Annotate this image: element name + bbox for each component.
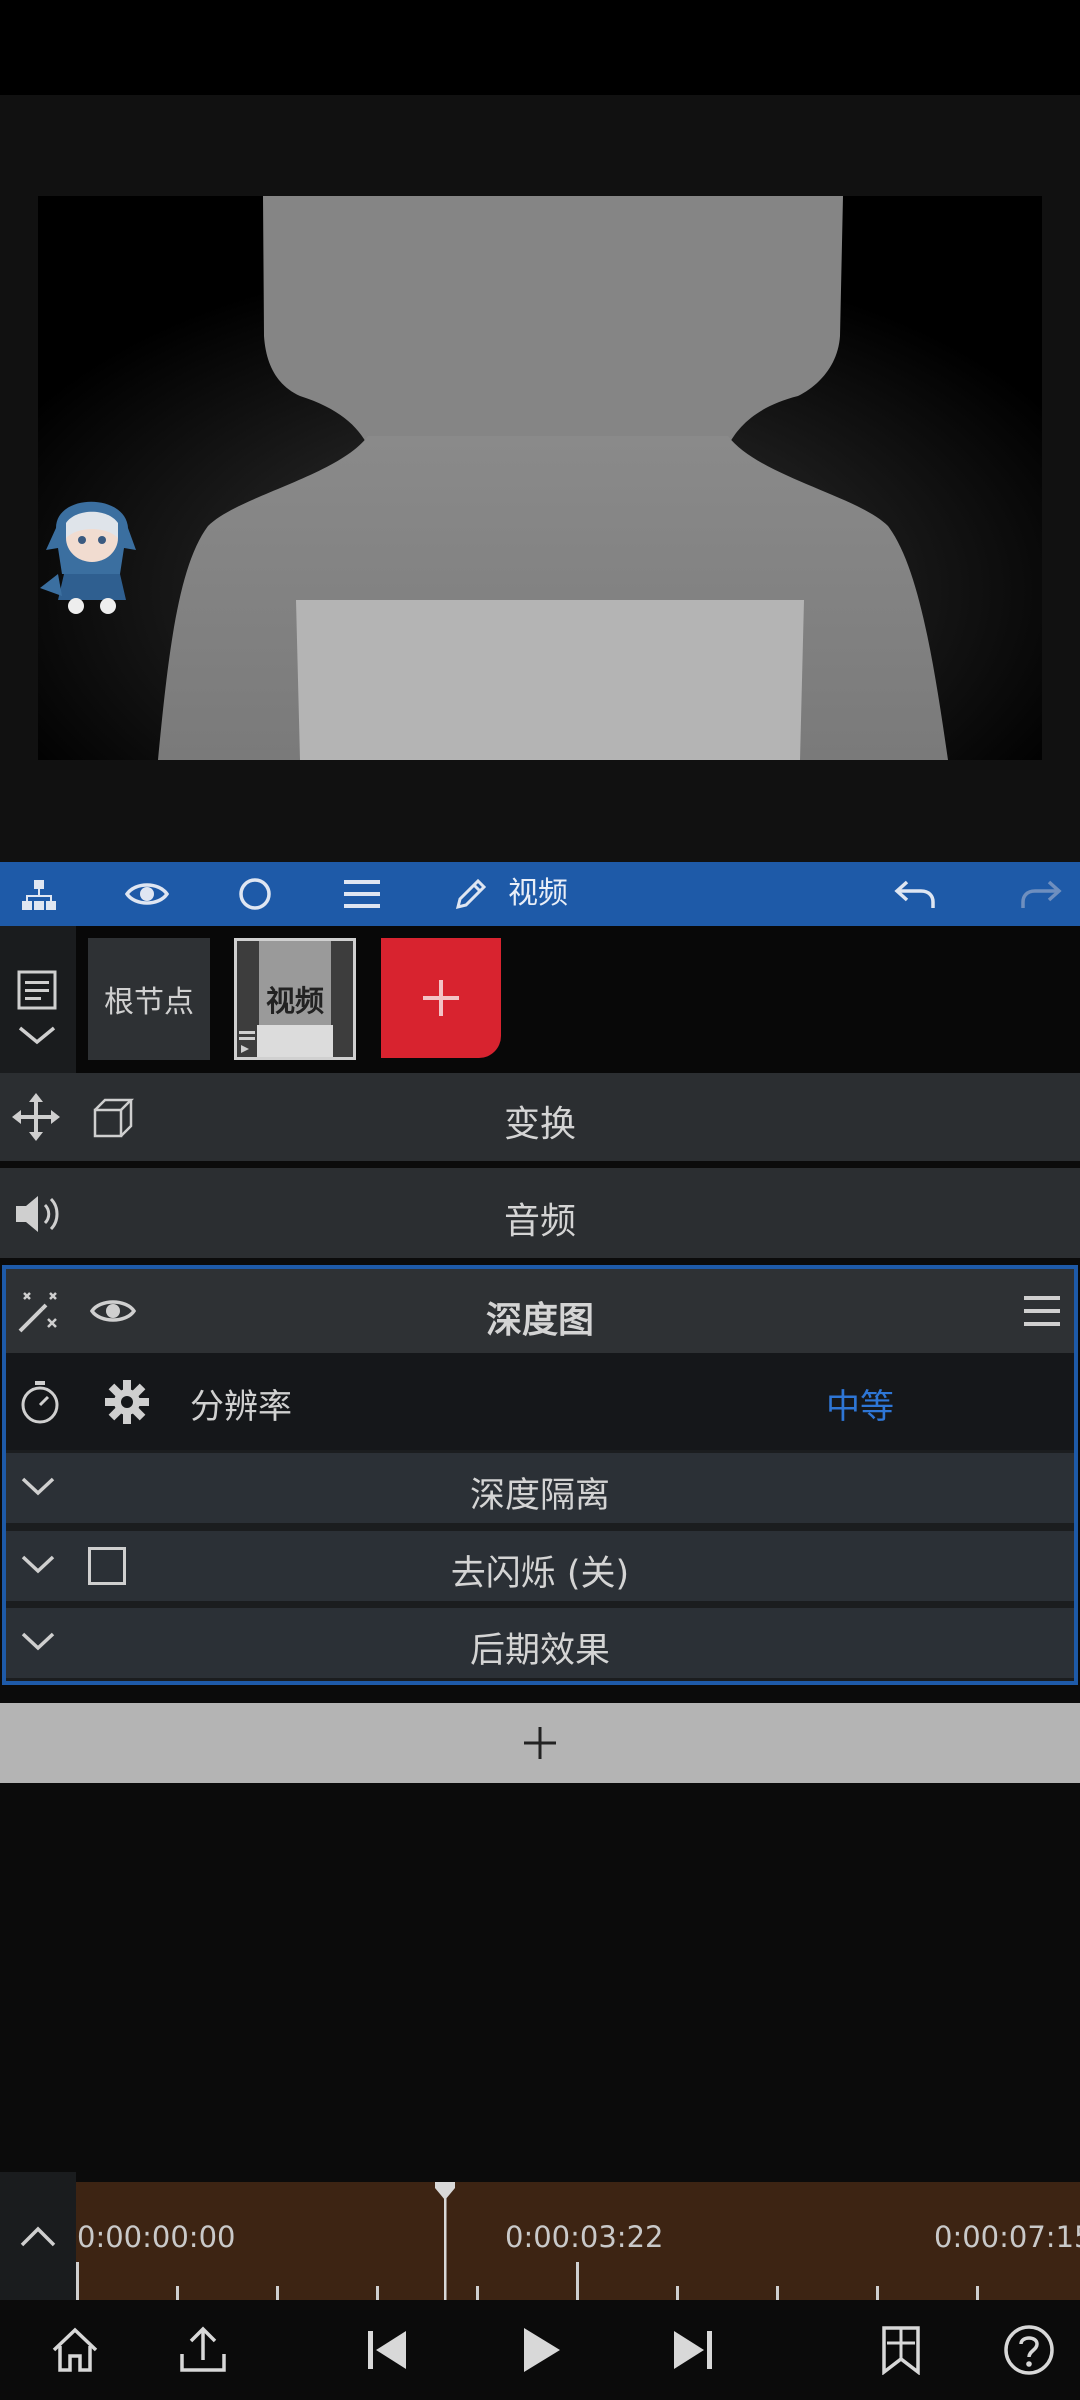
timeline-tick	[276, 2286, 279, 2300]
share-icon[interactable]	[158, 2300, 248, 2400]
pencil-icon[interactable]	[436, 862, 506, 926]
eye-icon[interactable]	[112, 862, 182, 926]
timeline-tick	[476, 2286, 479, 2300]
resolution-value[interactable]: 中等	[826, 1379, 894, 1428]
editor-toolbar: 视频	[0, 862, 1080, 926]
undo-icon[interactable]	[880, 862, 950, 926]
chevron-up-icon	[20, 2226, 56, 2247]
transform-title: 变换	[503, 1104, 576, 1145]
play-icon[interactable]	[496, 2300, 586, 2400]
skip-forward-icon[interactable]	[648, 2300, 738, 2400]
redo-icon[interactable]	[1006, 862, 1076, 926]
effect-menu-icon[interactable]	[1022, 1293, 1062, 1333]
layer-video-label: 视频	[265, 984, 324, 1018]
transform-panel[interactable]: 变换	[0, 1073, 1080, 1161]
depth-map-header[interactable]: 深度图	[6, 1269, 1074, 1353]
timecode-end: 0:00:07:15	[934, 2220, 1080, 2254]
timeline-tick	[876, 2286, 879, 2300]
audio-panel[interactable]: 音频	[0, 1168, 1080, 1258]
depth-isolation-section[interactable]: 深度隔离	[6, 1453, 1074, 1523]
current-layer-label: 视频	[508, 876, 568, 911]
depth-map-title: 深度图	[485, 1300, 594, 1341]
deflicker-title: 去闪烁 (关)	[450, 1554, 630, 1594]
add-layer-button[interactable]	[381, 938, 501, 1058]
bookmark-icon[interactable]	[856, 2300, 946, 2400]
resolution-row[interactable]: 分辨率 中等	[6, 1353, 1074, 1450]
menu-icon[interactable]	[327, 862, 397, 926]
add-effect-button[interactable]	[0, 1703, 1080, 1783]
timeline-tick	[676, 2286, 679, 2300]
timecode-current: 0:00:03:22	[505, 2220, 664, 2254]
home-icon[interactable]	[30, 2300, 120, 2400]
timeline-expand-button[interactable]	[0, 2172, 76, 2300]
timeline-tick	[976, 2286, 979, 2300]
layer-video[interactable]: 视频	[234, 938, 356, 1060]
stopwatch-icon[interactable]	[18, 1379, 62, 1429]
audio-title: 音频	[503, 1201, 576, 1242]
playhead[interactable]	[435, 2182, 455, 2300]
plus-icon	[524, 1727, 556, 1759]
timeline-tick	[376, 2286, 379, 2300]
layer-list-icon	[17, 970, 57, 1045]
timeline-tick	[576, 2262, 579, 2300]
timeline-tick	[76, 2262, 79, 2300]
timeline-tick	[176, 2286, 179, 2300]
resolution-label: 分辨率	[190, 1387, 292, 1427]
layer-list-toggle[interactable]	[0, 926, 76, 1073]
status-bar	[0, 0, 1080, 95]
mascot-sticker-icon	[36, 478, 146, 618]
help-icon[interactable]	[984, 2300, 1074, 2400]
timecode-start: 0:00:00:00	[77, 2220, 236, 2254]
gear-icon[interactable]	[104, 1379, 150, 1429]
video-preview[interactable]	[38, 196, 1042, 760]
depth-isolation-title: 深度隔离	[469, 1476, 610, 1516]
layer-tree-icon[interactable]	[4, 862, 74, 926]
skip-back-icon[interactable]	[342, 2300, 432, 2400]
post-effects-title: 后期效果	[469, 1631, 610, 1671]
plus-icon	[423, 980, 459, 1016]
layer-root-label: 根节点	[104, 985, 194, 1020]
layer-root-node[interactable]: 根节点	[88, 938, 210, 1060]
circle-icon[interactable]	[220, 862, 290, 926]
deflicker-section[interactable]: 去闪烁 (关)	[6, 1531, 1074, 1601]
timeline-tick	[776, 2286, 779, 2300]
post-effects-section[interactable]: 后期效果	[6, 1608, 1074, 1678]
